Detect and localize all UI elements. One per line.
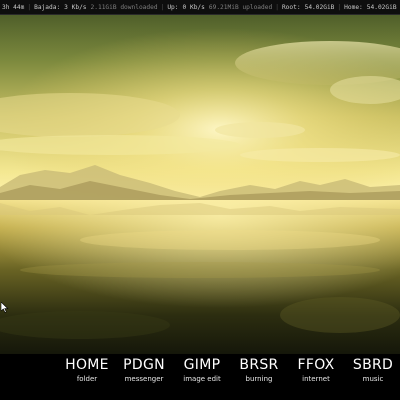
uptime-value: 3h 44m [2, 3, 25, 11]
root-label: Root: [281, 3, 301, 11]
downloaded-total: 2.11GiB downloaded [90, 3, 158, 11]
download-label: Bajada: [34, 3, 61, 11]
launcher-code: SBRD [352, 357, 394, 373]
desktop-wallpaper [0, 15, 400, 354]
launcher-pidgin[interactable]: PDGN messenger [117, 356, 171, 384]
launcher-home[interactable]: HOME folder [60, 356, 114, 384]
launcher-brasero[interactable]: BRSR burning [232, 356, 286, 384]
launcher-firefox[interactable]: FFOX internet [289, 356, 343, 384]
mouse-pointer-icon [0, 298, 9, 313]
launcher-code: GIMP [183, 357, 221, 373]
launcher-dock: HOME folder PDGN messenger GIMP image ed… [0, 354, 400, 400]
download-rate: 3 Kb/s [64, 3, 87, 11]
uploaded-total: 69.21MiB uploaded [208, 3, 273, 11]
status-bar: 3h 44m | Bajada: 3 Kb/s 2.11GiB download… [0, 0, 400, 15]
home-value: 54.02GiB [366, 3, 397, 11]
desktop-screen: 3h 44m | Bajada: 3 Kb/s 2.11GiB download… [0, 0, 400, 400]
launcher-description: image edit [183, 375, 221, 383]
launcher-gimp[interactable]: GIMP image edit [175, 356, 229, 384]
launcher-description: burning [245, 375, 273, 383]
launcher-description: internet [302, 375, 330, 383]
upload-rate: 0 Kb/s [182, 3, 205, 11]
launcher-code: FFOX [297, 357, 335, 373]
launcher-description: music [362, 375, 384, 383]
upload-label: Up: [167, 3, 179, 11]
sunset-lake-image [0, 15, 400, 354]
root-value: 54.02GiB [304, 3, 335, 11]
launcher-code: HOME [65, 357, 109, 373]
launcher-code: BRSR [239, 357, 279, 373]
launcher-songbird[interactable]: SBRD music [346, 356, 400, 384]
home-label: Home: [344, 3, 363, 11]
launcher-description: messenger [124, 375, 164, 383]
launcher-code: PDGN [123, 357, 165, 373]
launcher-description: folder [76, 375, 98, 383]
